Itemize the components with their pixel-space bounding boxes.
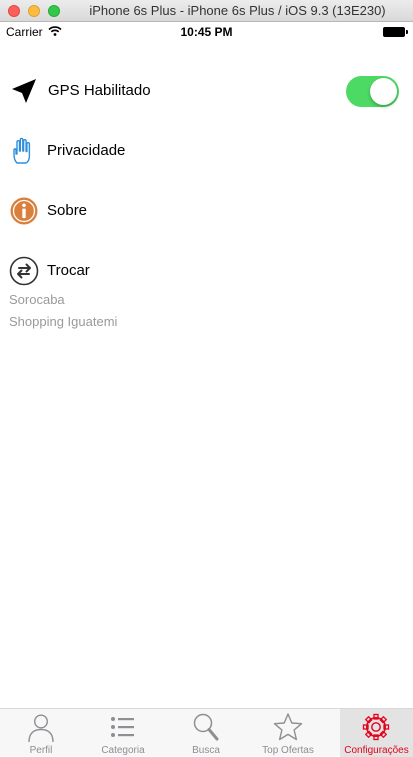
zoom-window-button[interactable] bbox=[48, 5, 60, 17]
list-icon bbox=[111, 717, 134, 737]
about-row[interactable]: Sobre bbox=[0, 191, 413, 231]
location-arrow-icon bbox=[12, 79, 36, 103]
tab-label-busca: Busca bbox=[192, 745, 220, 756]
tab-configuracoes[interactable]: Configurações bbox=[340, 709, 413, 757]
status-bar: Carrier 10:45 PM bbox=[0, 22, 413, 42]
search-icon bbox=[193, 713, 219, 741]
hand-icon bbox=[13, 137, 31, 164]
swap-icon bbox=[9, 256, 39, 286]
tab-bar: Perfil Categoria Busca Top Ofertas Confi… bbox=[0, 708, 413, 757]
tab-label-perfil: Perfil bbox=[29, 745, 53, 756]
window-title: iPhone 6s Plus - iPhone 6s Plus / iOS 9.… bbox=[89, 3, 386, 18]
person-icon bbox=[28, 714, 54, 742]
tab-top-ofertas[interactable]: Top Ofertas bbox=[247, 709, 329, 757]
simulator-title-bar: iPhone 6s Plus - iPhone 6s Plus / iOS 9.… bbox=[0, 0, 413, 22]
info-icon bbox=[10, 197, 38, 225]
tab-busca[interactable]: Busca bbox=[165, 709, 247, 757]
current-city: Sorocaba bbox=[9, 292, 65, 307]
tab-label-categoria: Categoria bbox=[101, 745, 145, 756]
close-window-button[interactable] bbox=[8, 5, 20, 17]
tab-label-top-ofertas: Top Ofertas bbox=[262, 745, 314, 756]
tab-perfil[interactable]: Perfil bbox=[0, 709, 82, 757]
gps-toggle[interactable] bbox=[346, 76, 399, 107]
gps-label: GPS Habilitado bbox=[48, 82, 151, 99]
status-time: 10:45 PM bbox=[180, 25, 233, 39]
current-mall: Shopping Iguatemi bbox=[9, 314, 118, 329]
tab-categoria[interactable]: Categoria bbox=[82, 709, 164, 757]
privacy-label: Privacidade bbox=[47, 142, 126, 159]
switch-location-label: Trocar bbox=[47, 262, 90, 279]
star-icon bbox=[273, 713, 303, 741]
privacy-row[interactable]: Privacidade bbox=[0, 131, 413, 171]
minimize-window-button[interactable] bbox=[28, 5, 40, 17]
battery-icon bbox=[383, 27, 408, 37]
about-label: Sobre bbox=[47, 202, 88, 219]
gps-toggle-knob bbox=[370, 78, 397, 105]
gear-icon bbox=[362, 713, 390, 741]
switch-location-row[interactable]: Trocar bbox=[0, 251, 413, 291]
gps-row: GPS Habilitado bbox=[0, 71, 413, 111]
tab-label-configuracoes: Configurações bbox=[344, 745, 409, 756]
